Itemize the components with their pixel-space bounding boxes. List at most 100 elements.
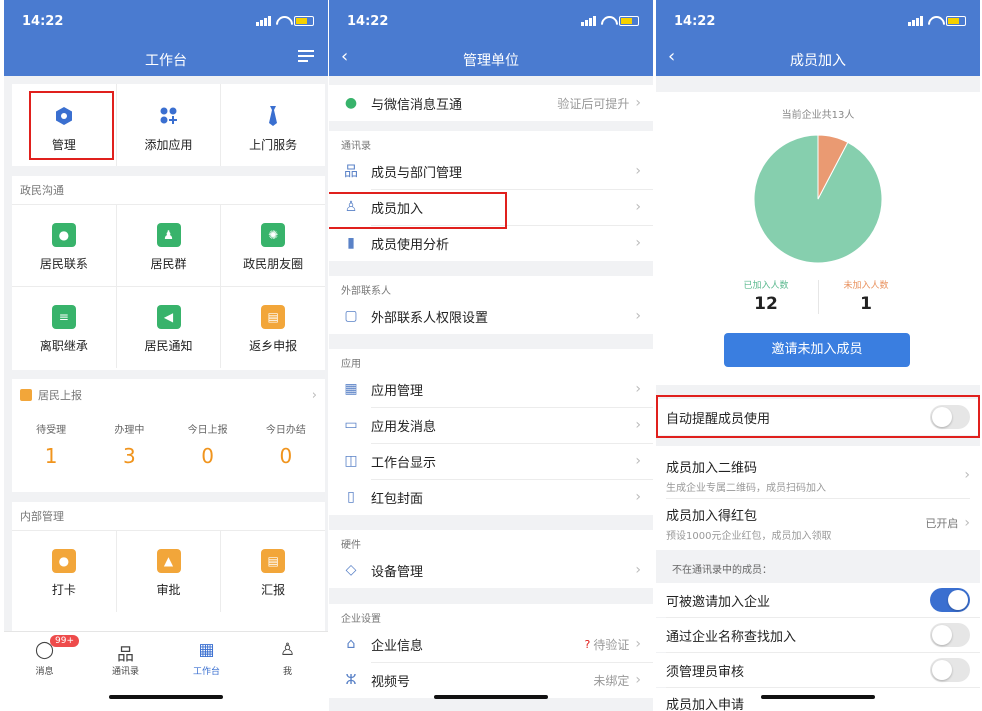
red-packet-row[interactable]: 成员加入得红包 预设1000元企业红包，成员加入领取 已开启 › (666, 501, 970, 545)
app-resident-contact[interactable]: ● 居民联系 (12, 205, 117, 286)
chevron-right-icon: › (635, 381, 641, 397)
row-app-message[interactable]: ▭ 应用发消息 › (329, 407, 653, 443)
stat-label: 今日上报 (187, 425, 228, 436)
app-label: 汇报 (261, 583, 286, 597)
nav-bar: 14:22 ‹ 管理单位 (329, 0, 653, 76)
person-icon: ♙ (279, 640, 296, 660)
battery-icon (946, 16, 966, 26)
row-label: 视频号 (371, 674, 411, 690)
org-chart-icon: 品 (117, 645, 134, 665)
app-approval[interactable]: ▲ 审批 (117, 531, 222, 612)
app-checkin[interactable]: ● 打卡 (12, 531, 117, 612)
app-return-report[interactable]: ▤ 返乡申报 (221, 287, 325, 368)
app-handover[interactable]: ≡ 离职继承 (12, 287, 117, 368)
tab-label: 通讯录 (111, 667, 139, 677)
section-title: 居民上报 (38, 389, 82, 402)
tab-messages[interactable]: ◯ 消息 99+ (4, 632, 85, 711)
joined-label: 已加入人数 (743, 281, 789, 291)
stat-label: 待受理 (36, 425, 67, 436)
tab-label: 消息 (35, 667, 54, 677)
join-request-row[interactable]: 成员加入申请 (656, 688, 980, 711)
section-title: 不在通讯录中的成员： (672, 565, 772, 576)
stat-today-done[interactable]: 今日办结 0 (247, 421, 325, 468)
app-label: 居民联系 (39, 257, 88, 271)
invitable-toggle[interactable] (930, 588, 970, 612)
row-red-packet-cover[interactable]: ▯ 红包封面 › (329, 479, 653, 515)
group-icon: ♟ (156, 223, 181, 247)
butterfly-icon: ⵣ (345, 672, 357, 688)
handover-icon: ≡ (51, 305, 76, 329)
stat-label: 今日办结 (265, 425, 306, 436)
stat-today-report[interactable]: 今日上报 0 (169, 421, 247, 468)
chevron-right-icon: › (635, 672, 641, 688)
row-video-channel[interactable]: ⵣ 视频号 未绑定 › (329, 662, 653, 698)
row-enterprise-info[interactable]: ⌂ 企业信息 ? 待验证 › (329, 626, 653, 662)
tab-me[interactable]: ♙ 我 (247, 632, 328, 711)
search-join-toggle[interactable] (930, 623, 970, 647)
app-visit[interactable]: 上门服务 (221, 84, 325, 166)
row-label: 成员使用分析 (371, 237, 450, 253)
status-icons (908, 16, 966, 26)
row-workbench-display[interactable]: ◫ 工作台显示 › (329, 443, 653, 479)
row-label: 成员加入得红包 (666, 508, 758, 524)
admin-review-toggle[interactable] (930, 658, 970, 682)
stat-value: 3 (123, 444, 136, 468)
report-section[interactable]: 居民上报 › 待受理 1 办理中 3 今日上报 0 今日办结 0 (12, 379, 325, 492)
chevron-right-icon: › (635, 163, 641, 179)
page-title: 管理单位 (463, 53, 519, 69)
row-label: 工作台显示 (371, 455, 437, 471)
signal-icon (908, 16, 923, 26)
bar-chart-icon: ▮ (347, 235, 355, 251)
nav-bar: 14:22 工作台 (4, 0, 328, 76)
qr-row[interactable]: 成员加入二维码 生成企业专属二维码，成员扫码加入 › (666, 454, 970, 496)
row-sublabel: 生成企业专属二维码，成员扫码加入 (666, 482, 826, 494)
status-icons (581, 16, 639, 26)
apps-group: 应用 ▦ 应用管理 › ▭ 应用发消息 › ◫ 工作台显示 › ▯ 红包封面 › (329, 349, 653, 515)
status-time: 14:22 (674, 14, 716, 29)
cube-icon: ◇ (345, 562, 357, 578)
signal-icon (581, 16, 596, 26)
row-wechat-interop[interactable]: ● 与微信消息互通 验证后可提升 › (329, 85, 653, 121)
document-icon: ▤ (261, 549, 286, 573)
row-external-permission[interactable]: ▢ 外部联系人权限设置 › (329, 298, 653, 334)
not-joined-label: 未加入人数 (843, 281, 889, 291)
chevron-right-icon: › (964, 467, 970, 483)
grid-icon: ▦ (344, 381, 358, 397)
wifi-icon (928, 16, 941, 26)
row-label: 应用发消息 (371, 419, 437, 435)
total-members-label: 当前企业共13人 (781, 110, 855, 121)
tab-contacts[interactable]: 品 通讯录 (85, 632, 166, 711)
chevron-right-icon: › (635, 417, 641, 433)
app-notice[interactable]: ◀ 居民通知 (117, 287, 222, 368)
grid-icon: ▦ (198, 640, 215, 660)
stamp-icon: ▲ (156, 549, 181, 573)
stat-value: 0 (201, 444, 214, 468)
row-app-manage[interactable]: ▦ 应用管理 › (329, 371, 653, 407)
home-indicator (434, 695, 548, 699)
row-member-dept[interactable]: 品 成员与部门管理 › (329, 153, 653, 189)
warning-icon: ? (584, 637, 591, 651)
row-label: 红包封面 (371, 491, 424, 507)
stat-processing[interactable]: 办理中 3 (90, 421, 168, 468)
status-time: 14:22 (22, 14, 64, 29)
app-resident-group[interactable]: ♟ 居民群 (117, 205, 222, 286)
tab-label: 工作台 (192, 667, 220, 677)
app-label: 居民群 (150, 257, 187, 271)
toggle-row-invitable: 可被邀请加入企业 (656, 583, 980, 617)
row-device-manage[interactable]: ◇ 设备管理 › (329, 552, 653, 588)
tab-workbench[interactable]: ▦ 工作台 (166, 632, 247, 711)
highlight-box (29, 91, 114, 160)
settings-menu-icon[interactable] (298, 50, 314, 64)
app-add[interactable]: 添加应用 (117, 84, 222, 166)
app-moments[interactable]: ✺ 政民朋友圈 (221, 205, 325, 286)
section-title: 政民沟通 (20, 184, 64, 197)
row-usage-analysis[interactable]: ▮ 成员使用分析 › (329, 225, 653, 261)
joined-stat: 已加入人数 12 (716, 278, 816, 314)
stat-pending[interactable]: 待受理 1 (12, 421, 90, 468)
add-apps-icon (157, 104, 181, 128)
member-stats-card: 当前企业共13人 已加入人数 12 未加入人数 1 邀请未加入成员 (656, 92, 980, 385)
app-label: 返乡申报 (249, 339, 298, 353)
message-icon: ▭ (344, 417, 358, 433)
app-report[interactable]: ▤ 汇报 (221, 531, 325, 612)
invite-button[interactable]: 邀请未加入成员 (724, 333, 910, 367)
